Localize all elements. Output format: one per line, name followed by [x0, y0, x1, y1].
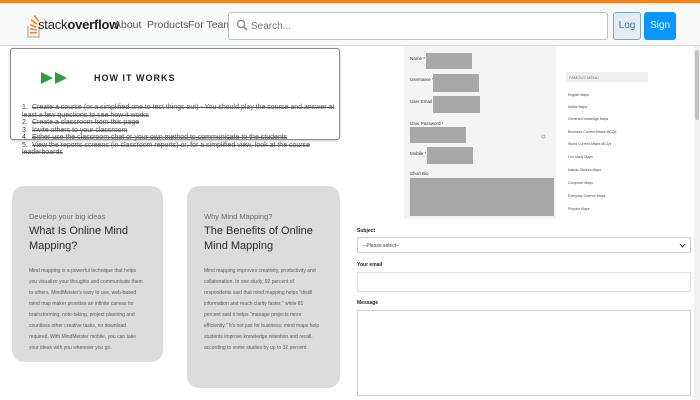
step-item: 5. View the reports screens (in classroom…: [22, 142, 342, 157]
mind-map-card-right: Why Mind Mapping? The Benefits of Online…: [187, 186, 340, 388]
email-field[interactable]: [357, 272, 691, 292]
card-heading-line: Mind Mapping: [204, 240, 274, 252]
step-number: 5.: [22, 141, 28, 149]
site-header: stackoverflow About Products For Teams L…: [0, 0, 700, 57]
famous-menu-item[interactable]: Maths Maps: [568, 105, 587, 109]
form-label-email: User Email *: [410, 99, 436, 104]
card-paragraph-line: according to some studies by up to 32 pe…: [204, 345, 308, 351]
subject-label: Subject: [357, 228, 376, 234]
card-heading-line: Mapping?: [29, 240, 78, 252]
card-heading: What Is Online Mind Mapping?: [29, 224, 128, 254]
famous-menu-item[interactable]: Computer Maps: [568, 181, 593, 185]
card-paragraph-line: collaboration. In one study, 92 percent …: [204, 279, 294, 285]
login-button[interactable]: Log in: [613, 12, 641, 57]
step-text: Create a course (or a simplified one to …: [22, 104, 335, 119]
nav-about[interactable]: About: [114, 19, 141, 31]
message-textarea[interactable]: [357, 310, 691, 396]
form-field-mobile: [427, 147, 473, 164]
famous-menu-item[interactable]: Physics Maps: [568, 207, 590, 211]
form-label-name: Name *: [410, 56, 426, 61]
step-item: 3. Invite others to your classroom: [22, 127, 342, 135]
card-paragraph-line: students improve knowledge retention and…: [204, 334, 313, 340]
form-field-username: [433, 74, 479, 92]
search-icon: [236, 19, 248, 31]
step-text: Either use the classroom chat or your ow…: [32, 134, 288, 141]
step-item: 2. Create a classroom from this page: [22, 119, 342, 127]
how-it-works-steps: 1. Create a course (or a simplified one t…: [22, 104, 342, 157]
famous-menu-item[interactable]: Islamic Studies Maps: [568, 168, 601, 172]
search-input[interactable]: [251, 18, 601, 34]
step-item: 4. Either use the classroom chat or your …: [22, 134, 342, 142]
card-paragraph: Mind mapping improves creativity, produc…: [204, 266, 319, 354]
card-paragraph: Mind mapping is a powerful technique tha…: [29, 266, 143, 354]
form-label-bio: Short Bio: [410, 171, 429, 176]
famous-menu-item[interactable]: General Knowledge Maps: [568, 117, 608, 121]
card-paragraph-line: efficiently." It's not just for business…: [204, 323, 320, 329]
card-paragraph-line: countless other creative tasks, no downl…: [29, 323, 126, 329]
card-paragraph-line: information and reach clarity faster," w…: [204, 301, 304, 307]
step-item: 1. Create a course (or a simplified one t…: [22, 104, 342, 119]
famous-menu-heading: FAMOUS MENU: [566, 72, 648, 82]
search-bar[interactable]: [228, 12, 608, 40]
card-paragraph-line: you visualize your thoughts and communic…: [29, 279, 143, 285]
famous-menu-panel: FAMOUS MENU English Maps Maths Maps Gene…: [564, 46, 648, 219]
signup-button[interactable]: Sign up: [644, 12, 676, 57]
form-field-password: [410, 127, 466, 143]
message-label: Message: [357, 300, 379, 306]
subject-select[interactable]: --Please select--: [357, 237, 691, 253]
famous-menu-item[interactable]: English Maps: [568, 93, 589, 97]
step-number: 2.: [22, 119, 28, 126]
famous-menu-item[interactable]: Fun study Maps: [568, 155, 593, 159]
step-text: View the reports screens (in classroom r…: [22, 141, 311, 157]
card-kicker: Why Mind Mapping?: [204, 212, 273, 221]
card-heading-line: The Benefits of Online: [204, 225, 313, 237]
card-paragraph-line: to others. MindMeister's easy to use, we…: [29, 290, 137, 296]
email-label: Your email: [357, 262, 383, 268]
step-text: Invite others to your classroom: [32, 126, 128, 134]
card-paragraph-line: brainstorming, note-taking, project plan…: [29, 312, 135, 318]
subject-select-value: --Please select--: [363, 243, 400, 249]
form-label-password: User Password *: [410, 121, 444, 126]
nav-products[interactable]: Products: [147, 19, 188, 31]
famous-menu-item[interactable]: Everyday Science Maps: [568, 194, 606, 198]
eye-icon: [541, 134, 546, 139]
card-paragraph-line: percent said it helps "manage projects m…: [204, 312, 302, 318]
how-it-works-title: HOW IT WORKS: [94, 73, 176, 83]
card-paragraph-line: mind map maker provides an infinite canv…: [29, 301, 134, 307]
step-number: 1.: [22, 104, 28, 111]
form-label-mobile: Mobile *: [410, 151, 427, 156]
card-paragraph-line: Mind mapping is a powerful technique tha…: [29, 268, 137, 274]
card-paragraph-line: Mind mapping improves creativity, produc…: [204, 268, 316, 274]
card-paragraph-line: respondents said that mind mapping helps…: [204, 290, 313, 296]
chevron-down-icon: [679, 243, 686, 248]
card-kicker: Develop your big ideas: [29, 212, 106, 221]
logo-text-plain: stack: [38, 17, 68, 32]
page-scrollbar-thumb[interactable]: [695, 50, 699, 120]
card-heading-line: What Is Online Mind: [29, 225, 129, 237]
step-number: 3.: [22, 126, 28, 134]
form-field-name: [426, 53, 472, 69]
form-label-username: Username *: [410, 77, 434, 82]
logo-text-bold: overflow: [67, 17, 120, 32]
registration-form-screenshot: Name * Username * User Email * User Pass…: [404, 46, 556, 219]
form-field-email: [433, 96, 480, 113]
form-field-bio: [410, 178, 554, 216]
double-arrow-icon: [41, 72, 67, 84]
card-paragraph-line: required. With MindMeister mobile, you c…: [29, 334, 136, 340]
famous-menu-item[interactable]: World Current Affairs MCQs: [568, 142, 611, 146]
logo-text[interactable]: stackoverflow: [38, 17, 119, 32]
step-text: Create a classroom from this page: [32, 119, 139, 126]
card-heading: The Benefits of Online Mind Mapping: [204, 224, 313, 254]
mind-map-card-left: Develop your big ideas What Is Online Mi…: [12, 186, 163, 362]
card-paragraph-line: your ideas with you wherever you go.: [29, 345, 112, 351]
famous-menu-item[interactable]: Business Current Affairs MCQs: [568, 130, 616, 134]
step-number: 4.: [22, 134, 28, 141]
